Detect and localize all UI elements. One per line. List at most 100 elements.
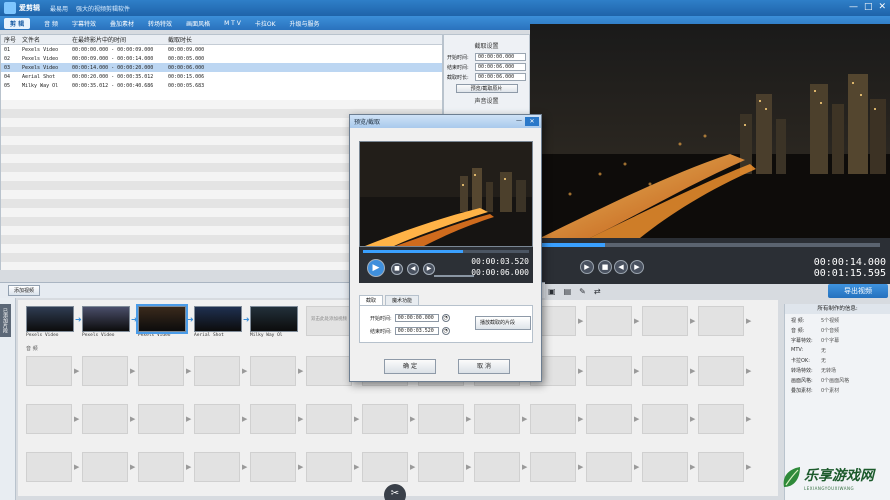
col-filename[interactable]: 文件名 <box>19 35 69 44</box>
dialog-next-icon[interactable]: ▶ <box>423 263 435 275</box>
clip-thumbnail[interactable]: Pexels Video <box>26 306 74 344</box>
col-time-range[interactable]: 在最终影片中的时间 <box>69 35 165 44</box>
empty-slot[interactable] <box>530 452 576 482</box>
empty-slot[interactable] <box>82 356 128 386</box>
end-time-field[interactable]: 00:00:06.000 <box>475 63 526 71</box>
empty-slot[interactable] <box>698 356 744 386</box>
tab-magic[interactable]: 魔术功能 <box>385 295 420 305</box>
play-icon[interactable]: ▶ <box>580 260 594 274</box>
empty-slot[interactable] <box>138 452 184 482</box>
empty-slot[interactable] <box>586 452 632 482</box>
clip-thumbnail[interactable]: Aerial Shot <box>194 306 242 344</box>
empty-slot[interactable] <box>530 404 576 434</box>
duration-field[interactable]: 00:00:06.000 <box>475 73 526 81</box>
empty-slot[interactable] <box>586 306 632 336</box>
dialog-stop-icon[interactable]: ■ <box>391 263 403 275</box>
tab-edit[interactable]: 剪 辑 <box>4 17 31 29</box>
city-night-thumbnail <box>360 142 532 246</box>
empty-slot[interactable] <box>474 404 520 434</box>
table-row[interactable]: 02 Pexels Video 00:00:09.000 - 00:00:14.… <box>1 54 442 63</box>
empty-slot[interactable] <box>26 452 72 482</box>
empty-slot[interactable] <box>306 452 352 482</box>
empty-slot[interactable] <box>642 452 688 482</box>
table-row[interactable]: 05 Milky Way Ol 00:00:35.012 - 00:00:40.… <box>1 81 442 90</box>
main-timeline-slider[interactable] <box>540 243 880 247</box>
empty-slot[interactable] <box>362 404 408 434</box>
empty-slot[interactable] <box>250 452 296 482</box>
empty-slot[interactable] <box>138 356 184 386</box>
dialog-end-field[interactable]: 00:00:03.520 <box>394 327 439 335</box>
dialog-volume-slider[interactable] <box>434 275 474 277</box>
dialog-close-button[interactable]: ✕ <box>525 117 539 126</box>
stop-icon[interactable]: ■ <box>598 260 612 274</box>
tab-mtv[interactable]: M T V <box>224 20 241 27</box>
empty-slot[interactable] <box>698 452 744 482</box>
tab-subtitle-effects[interactable]: 字幕特效 <box>72 19 96 28</box>
dialog-play-icon[interactable]: ▶ <box>367 259 385 277</box>
empty-slot[interactable] <box>194 404 240 434</box>
cancel-button[interactable]: 取 消 <box>458 359 510 374</box>
table-row[interactable]: 04 Aerial Shot 00:00:20.000 - 00:00:35.0… <box>1 72 442 81</box>
tab-audio[interactable]: 音 频 <box>44 19 58 28</box>
tab-styles[interactable]: 画面风格 <box>186 19 210 28</box>
empty-slot[interactable] <box>642 356 688 386</box>
empty-slot[interactable] <box>586 356 632 386</box>
empty-slot[interactable] <box>362 452 408 482</box>
empty-slot[interactable] <box>194 452 240 482</box>
tab-transitions[interactable]: 转场特效 <box>148 19 172 28</box>
empty-slot[interactable] <box>418 452 464 482</box>
empty-slot[interactable] <box>26 404 72 434</box>
pick-end-icon[interactable]: ◔ <box>441 327 450 335</box>
empty-slot[interactable] <box>306 356 352 386</box>
export-video-button[interactable]: 导出视频 <box>828 284 888 298</box>
ok-button[interactable]: 确 定 <box>384 359 436 374</box>
empty-slot[interactable] <box>474 452 520 482</box>
clip-thumbnail[interactable]: Milky Way Ol <box>250 306 298 344</box>
preview-trim-button[interactable]: 预览/截取原片 <box>455 84 518 93</box>
close-button[interactable]: ✕ <box>878 2 886 12</box>
dialog-progress-slider[interactable] <box>363 250 529 253</box>
empty-slot[interactable] <box>698 306 744 336</box>
tab-trim[interactable]: 截取 <box>359 295 384 305</box>
tab-karaoke[interactable]: 卡拉OK <box>255 19 276 28</box>
tab-upgrade[interactable]: 升级与服务 <box>290 19 320 28</box>
add-video-button[interactable]: 添加视频 <box>8 285 41 296</box>
minimize-button[interactable]: — <box>849 2 858 12</box>
table-row[interactable]: 01 Pexels Video 00:00:00.000 - 00:00:09.… <box>1 45 442 54</box>
start-time-field[interactable]: 00:00:00.000 <box>475 53 526 61</box>
empty-slot[interactable] <box>82 404 128 434</box>
col-index[interactable]: 序号 <box>1 35 19 44</box>
col-duration[interactable]: 截取时长 <box>165 35 213 44</box>
play-segment-button[interactable]: 播放截取的片段 <box>475 316 531 330</box>
empty-slot[interactable] <box>82 452 128 482</box>
empty-slot[interactable] <box>642 404 688 434</box>
clip-thumbnail[interactable]: Pexels Video <box>82 306 130 344</box>
dialog-start-field[interactable]: 00:00:00.000 <box>394 314 439 322</box>
tab-overlay[interactable]: 叠加素材 <box>110 19 134 28</box>
empty-slot[interactable] <box>194 356 240 386</box>
save-icon[interactable]: ▤ <box>564 287 572 296</box>
empty-slot[interactable] <box>306 404 352 434</box>
prev-frame-icon[interactable]: ◀ <box>614 260 628 274</box>
scissors-icon[interactable]: ✂ <box>384 484 406 500</box>
dialog-prev-icon[interactable]: ◀ <box>407 263 419 275</box>
folder-icon[interactable]: ▣ <box>548 287 556 296</box>
empty-slot[interactable] <box>698 404 744 434</box>
clip-thumbnail[interactable]: Pexels Video <box>136 304 188 344</box>
maximize-button[interactable]: □ <box>864 2 873 12</box>
add-clip-slot[interactable]: 双击此处添加视频 <box>306 306 352 336</box>
empty-slot[interactable] <box>250 356 296 386</box>
table-row-selected[interactable]: 03 Pexels Video 00:00:14.000 - 00:00:20.… <box>1 63 442 72</box>
pick-start-icon[interactable]: ◔ <box>441 314 450 322</box>
empty-slot[interactable] <box>642 306 688 336</box>
empty-slot[interactable] <box>418 404 464 434</box>
dialog-minimize-button[interactable]: — <box>514 117 524 126</box>
empty-slot[interactable] <box>250 404 296 434</box>
empty-slot[interactable] <box>586 404 632 434</box>
empty-slot[interactable] <box>138 404 184 434</box>
next-frame-icon[interactable]: ▶ <box>630 260 644 274</box>
added-clips-tab[interactable]: 已添加片段 <box>0 298 16 500</box>
share-icon[interactable]: ⇄ <box>594 287 601 296</box>
empty-slot[interactable] <box>26 356 72 386</box>
edit-icon[interactable]: ✎ <box>579 287 586 296</box>
